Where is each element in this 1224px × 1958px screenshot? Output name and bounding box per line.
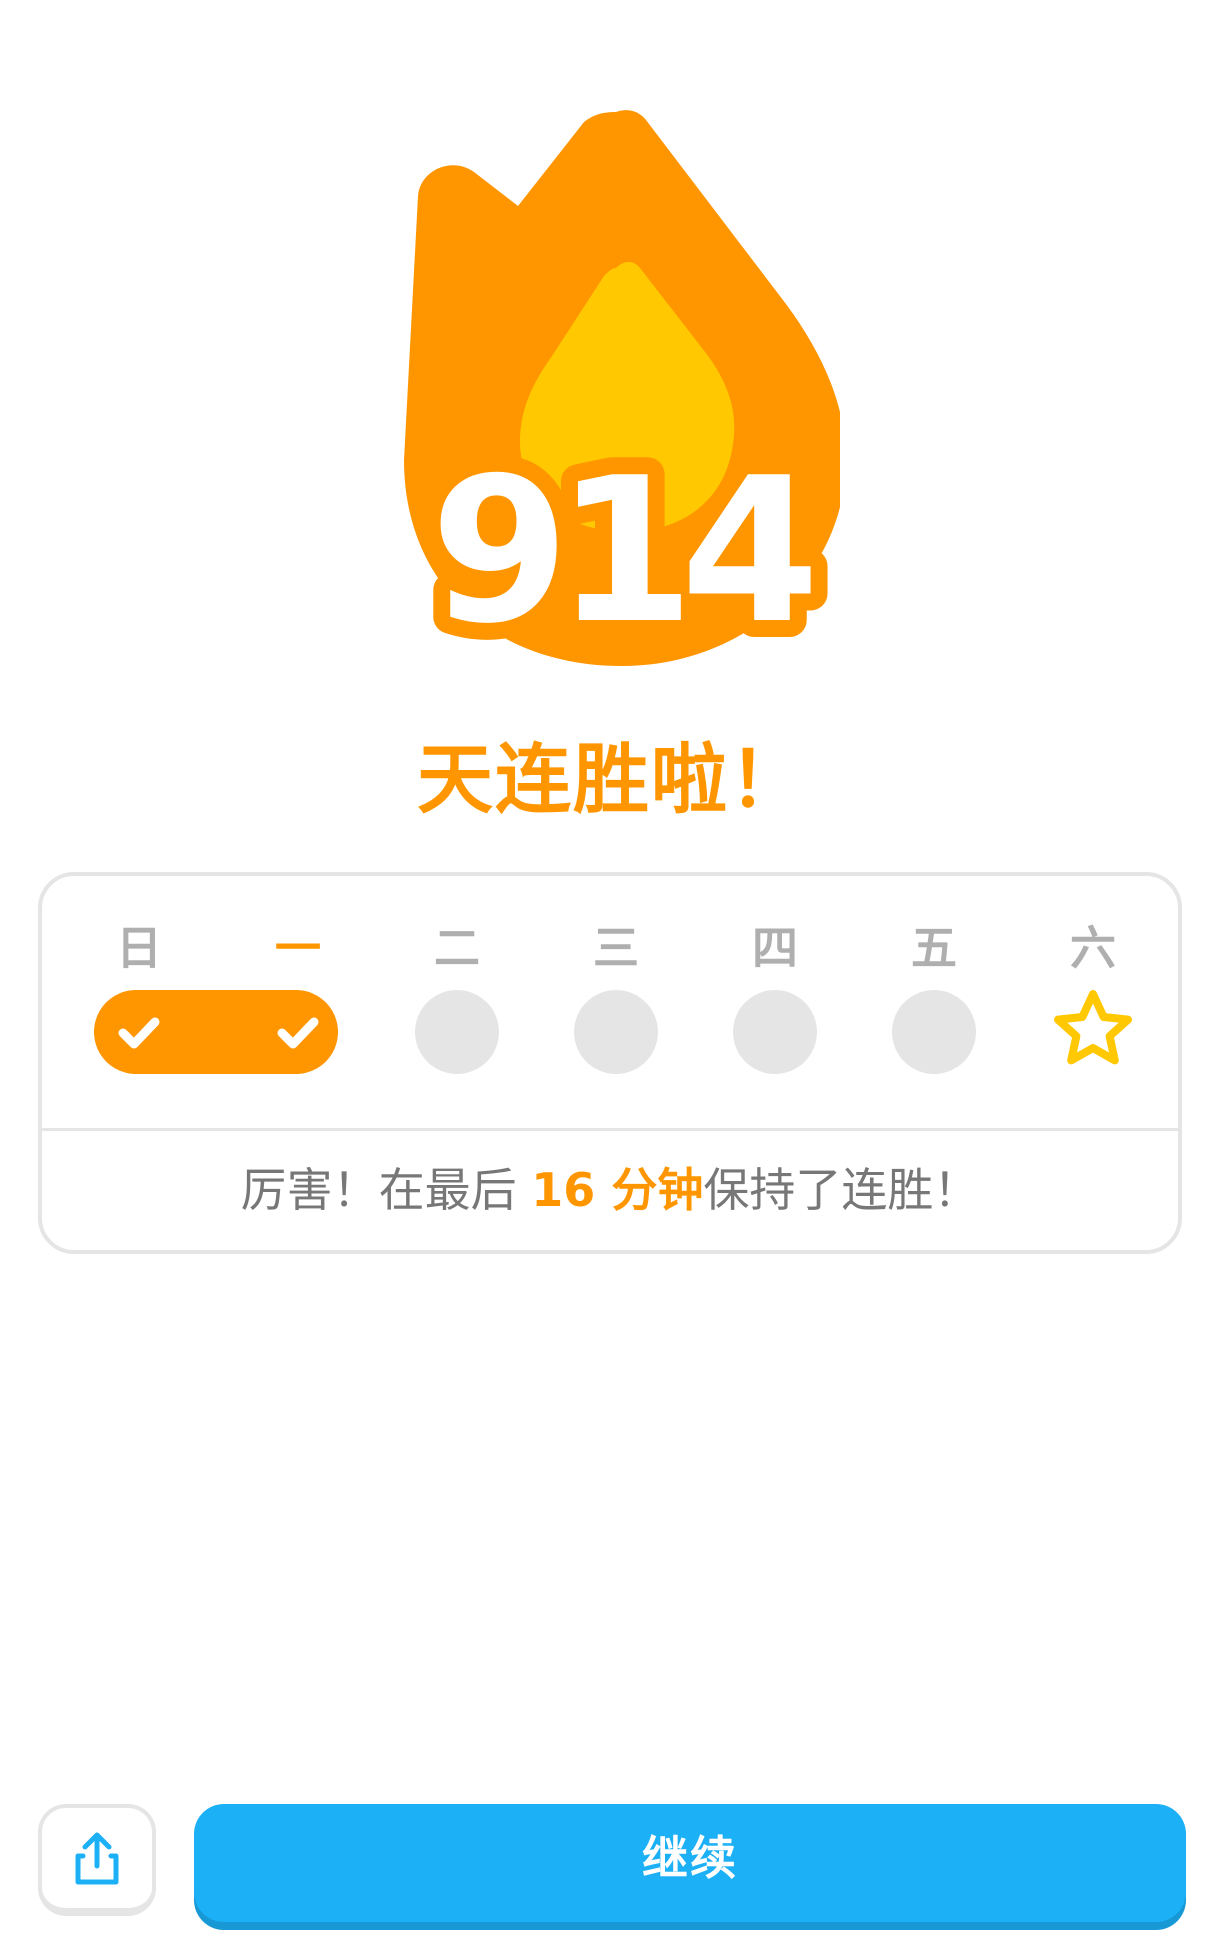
day-label-fri: 五	[911, 921, 957, 975]
card-divider	[42, 1128, 1178, 1131]
day-dot-tue	[415, 990, 499, 1074]
summary-highlight: 16 分钟	[531, 1163, 704, 1217]
completed-days-pill	[94, 990, 338, 1074]
checkmark-icon	[118, 1017, 160, 1049]
day-label-wed: 三	[593, 921, 639, 975]
day-label-tue: 二	[434, 921, 480, 975]
weekly-streak-card: 日 一 二 三 四 五 六 厉害！在最后 16 分钟保持了连胜！	[38, 872, 1182, 1254]
day-dot-thu	[733, 990, 817, 1074]
share-button[interactable]	[38, 1804, 156, 1916]
day-label-sat: 六	[1070, 921, 1116, 975]
share-icon	[75, 1832, 119, 1885]
streak-count-text: 914	[430, 435, 810, 668]
day-label-sun: 日	[116, 921, 162, 975]
streak-count: 914	[413, 418, 840, 685]
summary-prefix: 厉害！在最后	[240, 1163, 532, 1217]
continue-button[interactable]: 继续	[194, 1804, 1186, 1922]
checkmark-icon	[277, 1017, 319, 1049]
streak-screen: 914 天连胜啦！ 日 一 二 三 四 五 六 厉害！在最后 16 分钟保持了连…	[0, 0, 1224, 1958]
streak-flame: 914	[390, 100, 840, 700]
streak-headline: 天连胜啦！	[417, 735, 807, 824]
day-dot-wed	[574, 990, 658, 1074]
streak-summary: 厉害！在最后 16 分钟保持了连胜！	[42, 1154, 1178, 1220]
day-label-thu: 四	[752, 921, 798, 975]
summary-suffix: 保持了连胜！	[703, 1163, 980, 1217]
star-icon	[1054, 990, 1132, 1065]
day-dot-fri	[892, 990, 976, 1074]
day-label-mon: 一	[275, 921, 321, 975]
